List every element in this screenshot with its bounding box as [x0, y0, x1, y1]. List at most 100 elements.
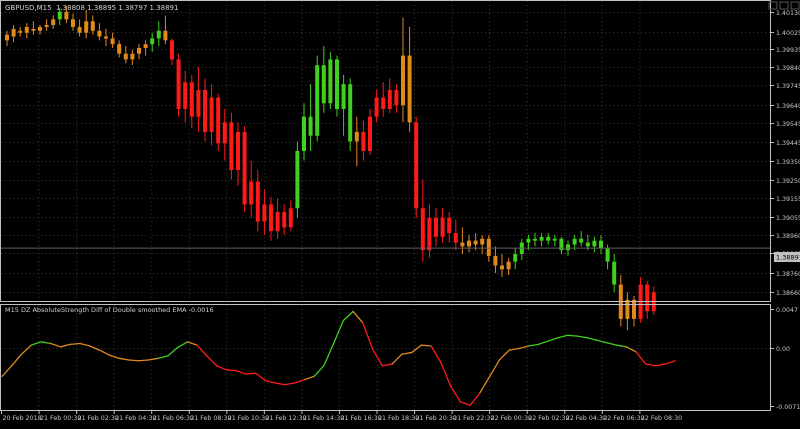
candle — [124, 46, 128, 63]
candle — [368, 109, 372, 155]
indicator-line-segment — [187, 342, 197, 345]
indicator-line-segment — [236, 371, 246, 374]
indicator-line-segment — [460, 402, 470, 405]
candle-body — [348, 84, 352, 141]
candle-body — [454, 233, 458, 243]
candle — [513, 248, 517, 269]
candle-body — [229, 122, 233, 170]
candle-body — [434, 218, 438, 237]
candle — [78, 19, 82, 36]
toolbar-icons[interactable] — [769, 2, 799, 9]
indicator-line-segment — [548, 338, 558, 341]
y-tick-label: 1.40130 — [776, 10, 800, 17]
candle-body — [487, 239, 491, 256]
indicator-plot[interactable] — [2, 311, 675, 405]
candle — [401, 17, 405, 122]
candle — [322, 46, 326, 113]
restore-icon[interactable] — [780, 2, 788, 9]
x-tick-label: 21 Feb 00:30 — [40, 415, 81, 422]
candle — [289, 201, 293, 232]
price-plot[interactable] — [1, 6, 770, 330]
candle-body — [480, 239, 484, 245]
candle-body — [190, 82, 194, 116]
candle — [507, 258, 511, 275]
indicator-line-segment — [431, 346, 441, 362]
indicator-line-segment — [597, 340, 607, 342]
candle — [302, 103, 306, 160]
candle — [408, 27, 412, 132]
candle-body — [375, 98, 379, 117]
indicator-line-segment — [470, 393, 480, 405]
x-tick-label: 21 Feb 18:30 — [378, 415, 419, 422]
candle-body — [361, 132, 365, 151]
candle — [104, 29, 108, 46]
candle-body — [51, 19, 55, 25]
candle-body — [388, 90, 392, 109]
y-tick-label: 1.38960 — [776, 233, 800, 240]
candle-body — [262, 204, 266, 221]
candle — [460, 227, 464, 254]
x-tick-label: 21 Feb 10:30 — [228, 415, 269, 422]
indicator-line-segment — [246, 373, 256, 374]
candle — [196, 67, 200, 132]
indicator-line-segment — [519, 346, 529, 348]
candle-body — [606, 248, 610, 261]
indicator-line-segment — [616, 345, 626, 347]
candle — [177, 54, 181, 117]
candle-body — [381, 98, 385, 109]
candle — [5, 31, 9, 46]
candle — [269, 197, 273, 241]
indicator-line-segment — [626, 347, 636, 352]
ind-y-tick-label: -0.0071 — [776, 404, 800, 411]
y-tick-label: 1.38660 — [776, 290, 800, 297]
candle — [276, 199, 280, 239]
candle — [117, 40, 121, 57]
candle — [553, 235, 557, 246]
ohlc-values: 1.38808 1.38895 1.38797 1.38891 — [56, 4, 178, 12]
main-frame — [1, 1, 771, 302]
y-tick-label: 1.39640 — [776, 103, 800, 110]
candle — [421, 180, 425, 262]
candle — [229, 113, 233, 180]
y-tick-label: 1.39055 — [776, 215, 800, 222]
indicator-line-segment — [538, 341, 548, 344]
candle — [348, 79, 352, 152]
indicator-line-segment — [665, 361, 675, 364]
chart-window[interactable]: 20 Feb 201821 Feb 00:3021 Feb 02:3021 Fe… — [0, 0, 800, 425]
candle — [612, 254, 616, 292]
indicator-line-segment — [421, 345, 431, 346]
candle — [639, 277, 643, 323]
candle — [249, 161, 253, 218]
indicator-line-segment — [148, 358, 158, 360]
candle-body — [533, 239, 537, 241]
indicator-line-segment — [363, 323, 373, 349]
candle-body — [592, 241, 596, 247]
current-price-tag: 1.38891 — [776, 254, 800, 262]
candle-body — [282, 212, 286, 227]
indicator-line-segment — [646, 364, 656, 366]
y-tick-label: 1.39545 — [776, 121, 800, 128]
candle — [414, 117, 418, 218]
y-tick-label: 1.39745 — [776, 83, 800, 90]
candle — [447, 212, 451, 243]
candle — [520, 239, 524, 260]
candle-body — [144, 44, 148, 48]
candle — [223, 109, 227, 161]
candle-body — [526, 239, 530, 243]
close-icon[interactable] — [791, 2, 799, 9]
indicator-line-segment — [509, 348, 519, 350]
candle — [216, 94, 220, 151]
candle-body — [302, 117, 306, 151]
candle-body — [586, 243, 590, 247]
candle-body — [64, 12, 68, 20]
x-tick-label: 21 Feb 04:30 — [115, 415, 156, 422]
x-tick-label: 21 Feb 02:30 — [78, 415, 119, 422]
candle-body — [467, 241, 471, 247]
candle-body — [71, 19, 75, 27]
candle — [130, 50, 134, 65]
candle — [394, 84, 398, 113]
indicator-line-segment — [226, 370, 236, 371]
candle — [388, 79, 392, 113]
candle-body — [5, 35, 9, 41]
chart-canvas[interactable]: 20 Feb 201821 Feb 00:3021 Feb 02:3021 Fe… — [0, 0, 800, 425]
